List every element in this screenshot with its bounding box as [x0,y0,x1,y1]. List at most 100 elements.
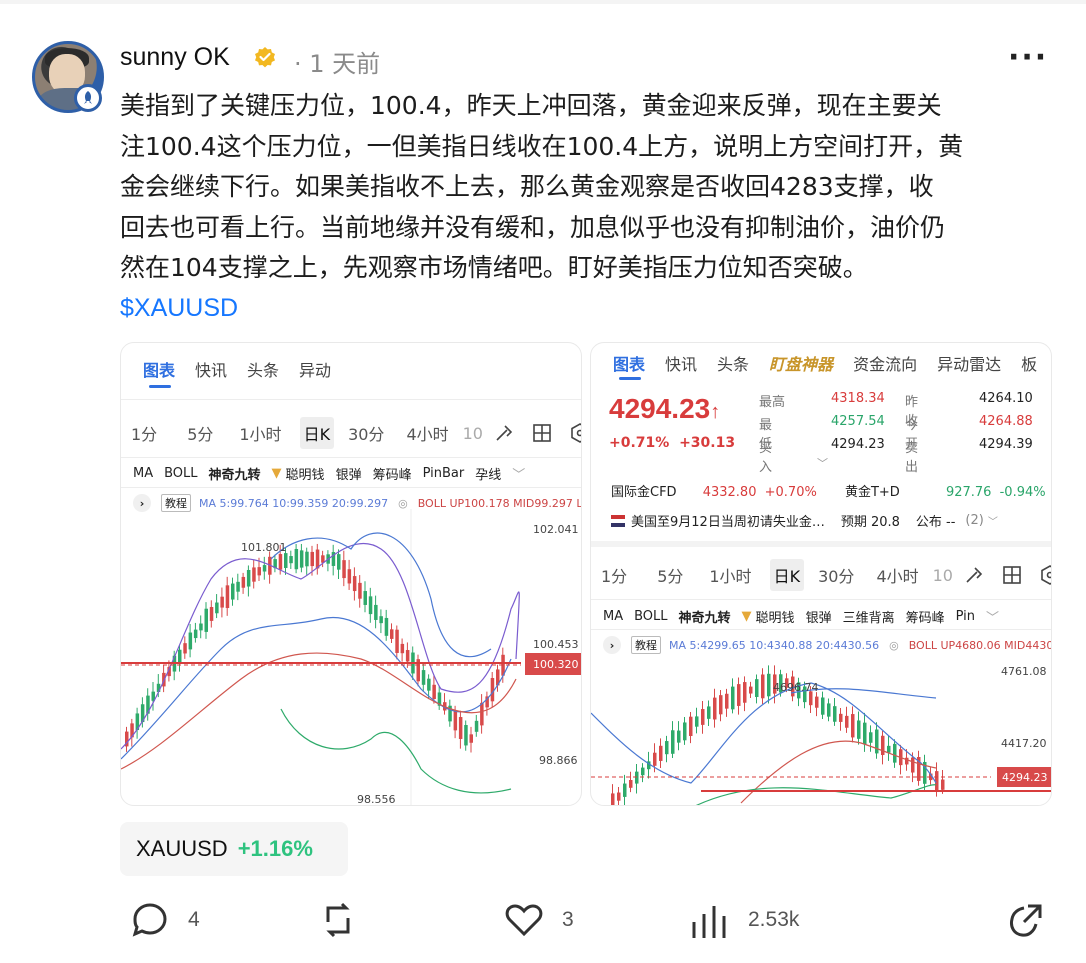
candle-body [755,679,759,697]
candle-body [857,720,861,739]
tab-chart[interactable]: 图表 [143,357,175,381]
candle-body [713,697,717,720]
indicator-harami[interactable]: 孕线 [475,464,501,483]
candle-body [469,734,473,743]
indicator-bullet[interactable]: 银弹 [806,607,832,626]
candle-body [342,560,346,579]
grid-icon[interactable] [1001,564,1023,586]
divider [121,457,581,458]
period-1m[interactable]: 1分 [597,559,631,591]
chevron-down-icon[interactable]: ﹀ [988,513,998,528]
period-1h[interactable]: 1小时 [705,559,755,591]
views-button[interactable]: 2.53k [690,900,799,940]
period-day[interactable]: 日K [299,417,335,449]
tab-radar[interactable]: 异动雷达 [937,351,1001,375]
indicator-boll[interactable]: BOLL [164,466,197,481]
indicator-boll[interactable]: BOLL [634,609,667,624]
period-30m[interactable]: 30分 [814,559,858,591]
tab-chart[interactable]: 图表 [613,351,645,375]
expand-chevron-icon[interactable]: ﹀ [817,455,828,471]
chart-screenshot-gold[interactable]: 图表 快讯 头条 盯盘神器 资金流向 异动雷达 板 4294.23↑ +0.71… [590,342,1052,806]
shot2-tabs: 图表 快讯 头条 盯盘神器 资金流向 异动雷达 板 [613,351,1051,375]
chevron-right-icon[interactable]: › [603,636,621,654]
author-name[interactable]: sunny OK [120,43,230,72]
candle-body [310,551,314,567]
news-row[interactable]: 美国至9月12日当周初请失业金… 预期 20.8 公布 -- (2) ﹀ [611,511,998,530]
up-arrow-icon: ↑ [710,401,721,423]
candle-body [480,702,484,726]
tab-monitor[interactable]: 盯盘神器 [769,351,833,375]
candle-body [252,567,256,582]
smart-money-icon: ▼ [741,609,752,624]
indicator-nine[interactable]: 神奇九转 [679,607,731,626]
candle-body [432,684,436,699]
indicator-bullet[interactable]: 银弹 [336,464,362,483]
indicator-smart-money[interactable]: 聪明钱 [286,464,325,483]
current-price-label: 100.320 [533,658,579,671]
candlestick-chart[interactable]: 100.320 102.041 100.453 98.866 101.801 9… [121,509,582,806]
period-5m[interactable]: 5分 [653,559,687,591]
eye-icon[interactable]: ◎ [398,497,408,510]
indicator-chip-peak[interactable]: 筹码峰 [373,464,412,483]
settings-hex-icon[interactable] [1039,564,1052,586]
period-1h[interactable]: 1小时 [235,417,285,449]
indicator-pin[interactable]: Pin [956,609,975,624]
indicator-chip-peak[interactable]: 筹码峰 [906,607,945,626]
period-day[interactable]: 日K [769,559,805,591]
period-5m[interactable]: 5分 [183,417,217,449]
period-more[interactable]: 10 [929,562,957,589]
share-button[interactable] [1006,900,1064,940]
post-line: 金会继续下行。如果美指收不上去，那么黄金观察是否收回4283支撑，收 [120,172,934,201]
candle-body [701,709,705,725]
chevron-down-icon[interactable]: ﹀ [512,464,525,483]
period-more[interactable]: 10 [459,420,487,447]
candle-body [183,643,187,654]
cfd-row[interactable]: 国际金CFD 4332.80 +0.70% 黄金T+D 927.76 -0.94… [611,481,1046,500]
comment-button[interactable]: 4 [130,900,200,940]
candle-body [299,550,304,568]
more-options-icon[interactable]: ··· [1008,40,1048,75]
ma-values: MA 5:4299.65 10:4340.88 20:4430.56 [669,638,880,652]
candle-body [384,617,389,636]
tab-flash[interactable]: 快讯 [195,357,227,381]
tab-capital-flow[interactable]: 资金流向 [853,351,917,375]
tab-headlines[interactable]: 头条 [247,357,279,381]
candle-body [815,696,819,708]
indicator-ma[interactable]: MA [603,609,623,624]
tab-more[interactable]: 板 [1021,351,1037,375]
candlestick-chart[interactable]: 4294.23 4761.08 4417.20 4696.74 [591,653,1052,806]
tutorial-tag[interactable]: 教程 [631,636,661,654]
settings-hex-icon[interactable] [569,422,582,444]
eye-icon[interactable]: ◎ [889,639,899,652]
grid-icon[interactable] [531,422,553,444]
indicator-smart-money[interactable]: 聪明钱 [756,607,795,626]
boll-values: BOLL UP4680.06 MID4430.5 [908,638,1052,652]
period-4h[interactable]: 4小时 [872,559,922,591]
draw-tool-icon[interactable] [493,422,515,444]
ticker-chip[interactable]: XAUUSD +1.16% [120,822,348,876]
indicator-ma[interactable]: MA [133,466,153,481]
like-button[interactable]: 3 [504,900,574,940]
indicator-divergence[interactable]: 三维背离 [843,607,895,626]
cashtag-link[interactable]: $XAUUSD [120,294,238,323]
draw-tool-icon[interactable] [963,564,985,586]
period-30m[interactable]: 30分 [344,417,388,449]
indicator-nine[interactable]: 神奇九转 [209,464,261,483]
candle-body [881,735,885,756]
chevron-down-icon[interactable]: ﹀ [986,607,999,626]
period-4h[interactable]: 4小时 [402,417,452,449]
candle-body [659,745,663,761]
heart-icon [505,904,543,937]
chart-screenshot-dxy[interactable]: 图表 快讯 头条 异动 1分 5分 1小时 日K 30分 4小时 10 MA B… [120,342,582,806]
smart-money-icon: ▼ [271,466,282,481]
period-1m[interactable]: 1分 [127,417,161,449]
candle-body [236,581,240,592]
repost-button[interactable] [318,900,376,940]
tab-flash[interactable]: 快讯 [665,351,697,375]
tab-headlines[interactable]: 头条 [717,351,749,375]
low-marker-label: 98.556 [357,793,396,806]
candle-body [193,629,198,639]
tab-movers[interactable]: 异动 [299,357,331,381]
news-headline: 美国至9月12日当周初请失业金… [631,515,825,530]
indicator-pinbar[interactable]: PinBar [423,466,465,481]
